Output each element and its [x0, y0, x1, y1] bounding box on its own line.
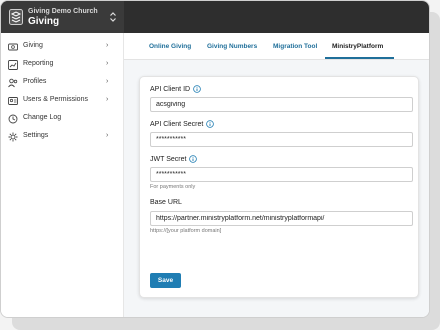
sidebar-item-reporting[interactable]: Reporting › [1, 56, 124, 74]
tab-online-giving[interactable]: Online Giving [149, 43, 191, 50]
chevron-right-icon: › [106, 132, 109, 139]
client-id-label: API Client ID [150, 85, 201, 93]
sidebar-item-settings[interactable]: Settings › [1, 128, 124, 146]
history-icon [8, 114, 18, 124]
chart-icon [8, 60, 18, 70]
org-name: Giving Demo Church [28, 8, 98, 15]
base-url-label: Base URL [150, 199, 182, 206]
jwt-secret-help: For payments only [150, 184, 196, 190]
jwt-secret-label: JWT Secret [150, 155, 198, 163]
info-icon[interactable] [206, 120, 215, 128]
sidebar-item-change-log[interactable]: Change Log [1, 110, 124, 128]
people-icon [8, 78, 18, 88]
jwt-secret-label-text: JWT Secret [150, 155, 187, 163]
dollar-icon [8, 43, 18, 51]
user-card-icon [8, 97, 18, 105]
gear-icon [8, 132, 18, 142]
top-bar: Giving Demo Church Giving [1, 1, 429, 33]
settings-card: API Client ID API Client Secret JWT Se [139, 76, 419, 298]
sidebar-item-profiles[interactable]: Profiles › [1, 74, 124, 92]
sidebar-item-label: Giving [23, 42, 43, 49]
tab-bar: Online Giving Giving Numbers Migration T… [124, 33, 429, 60]
client-id-label-text: API Client ID [150, 85, 191, 93]
chevron-right-icon: › [106, 42, 109, 49]
base-url-label-text: Base URL [150, 199, 182, 206]
chevron-updown-icon [110, 12, 116, 22]
info-icon[interactable] [189, 155, 198, 163]
tab-giving-numbers[interactable]: Giving Numbers [207, 43, 257, 50]
app-name: Giving [28, 16, 60, 27]
tab-ministryplatform[interactable]: MinistryPlatform [332, 43, 383, 50]
base-url-help: https://[your platform domain] [150, 228, 222, 234]
sidebar-item-label: Users & Permissions [23, 96, 88, 103]
tab-migration-tool[interactable]: Migration Tool [273, 43, 317, 50]
active-tab-indicator [325, 57, 394, 59]
client-id-input[interactable] [150, 97, 413, 112]
sidebar-item-label: Profiles [23, 78, 47, 85]
client-secret-label: API Client Secret [150, 120, 215, 128]
sidebar-item-users-permissions[interactable]: Users & Permissions › [1, 92, 124, 110]
base-url-input[interactable] [150, 211, 413, 226]
chevron-right-icon: › [106, 60, 109, 67]
info-icon[interactable] [193, 85, 201, 93]
save-button[interactable]: Save [150, 273, 181, 288]
client-secret-label-text: API Client Secret [150, 120, 204, 128]
client-secret-input[interactable] [150, 132, 413, 147]
sidebar-item-label: Reporting [23, 60, 54, 67]
jwt-secret-input[interactable] [150, 167, 413, 182]
sidebar-item-label: Settings [23, 132, 49, 139]
main-content: Online Giving Giving Numbers Migration T… [124, 33, 429, 317]
sidebar: Giving › Reporting › Profiles › Users & … [1, 33, 124, 317]
sidebar-item-label: Change Log [23, 114, 62, 121]
layers-logo-icon [9, 9, 23, 25]
sidebar-item-giving[interactable]: Giving › [1, 38, 124, 56]
brand-switcher[interactable]: Giving Demo Church Giving [1, 1, 124, 33]
app-window: Giving Demo Church Giving Giving › Repor… [0, 0, 430, 318]
chevron-right-icon: › [106, 78, 109, 85]
chevron-right-icon: › [106, 96, 109, 103]
